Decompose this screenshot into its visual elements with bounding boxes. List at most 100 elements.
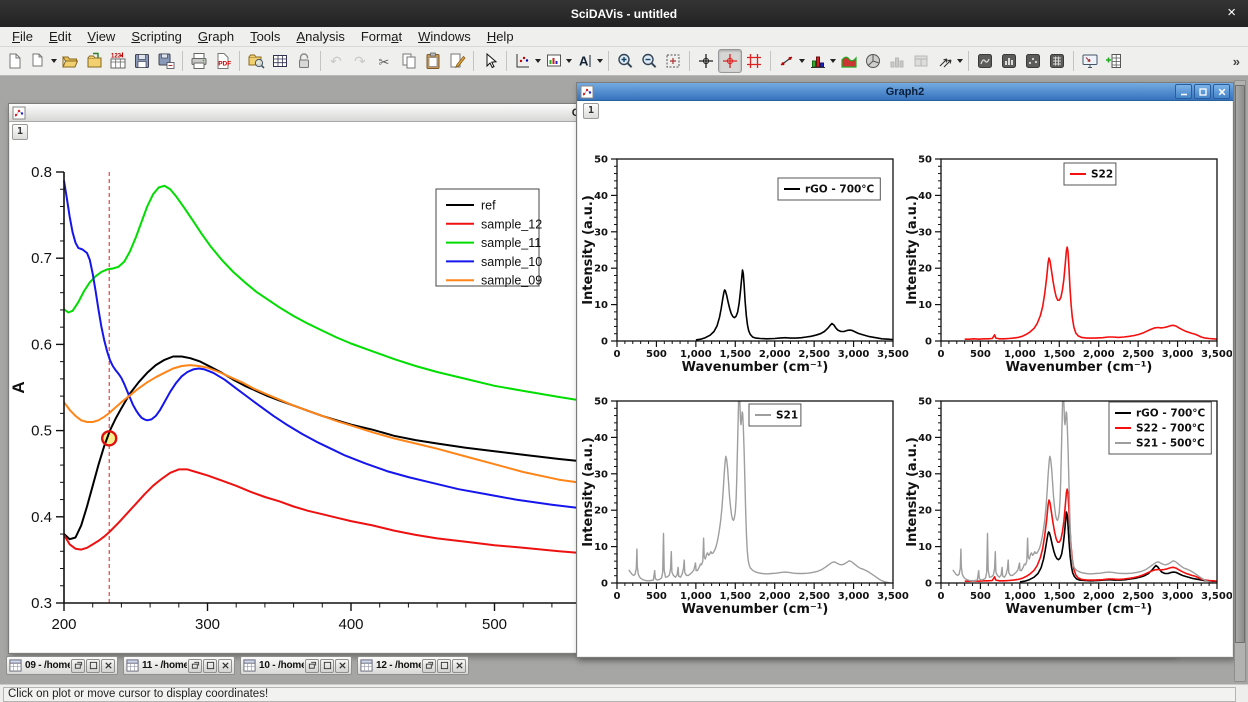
x-tick-label: 1,500 — [1043, 349, 1075, 360]
screen-reader-button[interactable] — [1078, 49, 1102, 73]
x-tick-label: 500 — [970, 349, 991, 360]
minimized-window-09[interactable]: 09 - /home/... — [6, 656, 118, 675]
graph1-layer-button[interactable]: 1 — [12, 124, 28, 140]
select-range-button[interactable] — [742, 49, 766, 73]
tiles-3d-button[interactable] — [1045, 49, 1069, 73]
vector-plot-button[interactable] — [933, 49, 964, 73]
toolbar-overflow-chevron[interactable]: » — [1233, 54, 1240, 69]
add-column-button[interactable] — [1102, 49, 1126, 73]
minimized-maximize-button[interactable] — [86, 659, 100, 673]
raman-subplot-3[interactable]: 05001,0001,5002,0002,5003,0003,500010203… — [581, 390, 909, 617]
new-item-icon — [29, 51, 49, 71]
open-project-button[interactable] — [58, 49, 82, 73]
minimized-maximize-button[interactable] — [203, 659, 217, 673]
zoom-in-button[interactable] — [613, 49, 637, 73]
cut-button[interactable]: ✂ — [373, 49, 397, 73]
raman-legend-3[interactable]: S21 — [749, 404, 801, 426]
open-template-button[interactable] — [82, 49, 106, 73]
minimized-restore-button[interactable] — [422, 659, 436, 673]
rescale-button[interactable] — [661, 49, 685, 73]
pointer-button[interactable] — [478, 49, 502, 73]
draw-data-button[interactable] — [445, 49, 469, 73]
y-tick-label: 50 — [918, 155, 932, 166]
add-curve-button[interactable] — [511, 49, 542, 73]
graph2-titlebar[interactable]: Graph2 — [577, 83, 1233, 101]
save-project-button[interactable] — [130, 49, 154, 73]
minimized-restore-button[interactable] — [305, 659, 319, 673]
curve-rGO700[interactable] — [1020, 512, 1217, 582]
paste-button[interactable] — [421, 49, 445, 73]
add-layer-button[interactable] — [542, 49, 573, 73]
minimized-window-10[interactable]: 10 - /home/... — [240, 656, 352, 675]
bars3d-3d-button[interactable] — [997, 49, 1021, 73]
import-ascii-button[interactable]: 123 — [106, 49, 130, 73]
results-log-button[interactable] — [268, 49, 292, 73]
uvvis-plot-canvas[interactable]: 0.30.40.50.60.70.8200300400500Arefsample… — [10, 122, 630, 650]
print-button[interactable] — [187, 49, 211, 73]
minimized-window-11[interactable]: 11 - /home/... — [123, 656, 235, 675]
raman-subplot-2[interactable]: 05001,0001,5002,0002,5003,0003,500010203… — [905, 155, 1232, 376]
raman-legend-4[interactable]: rGO - 700°CS22 - 700°CS21 - 500°C — [1109, 402, 1211, 454]
minimized-maximize-button[interactable] — [320, 659, 334, 673]
scrollbar-thumb[interactable] — [1235, 85, 1245, 643]
minimized-close-button[interactable] — [101, 659, 115, 673]
y-tick-label: 20 — [594, 264, 608, 275]
raman-plot-canvas[interactable]: 05001,0001,5002,0002,5003,0003,500010203… — [578, 101, 1232, 656]
menu-analysis[interactable]: Analysis — [288, 28, 352, 45]
graph2-close-button[interactable] — [1213, 84, 1230, 99]
line-symbol-button[interactable] — [775, 49, 806, 73]
bars-3d-icon — [887, 51, 907, 71]
curve-S22[interactable] — [965, 247, 1217, 339]
minimized-window-12[interactable]: 12 - /home/... — [357, 656, 469, 675]
graph2-minimize-button[interactable] — [1175, 84, 1192, 99]
menu-format[interactable]: Format — [353, 28, 410, 45]
data-reader-button[interactable] — [718, 49, 742, 73]
raman-subplot-4[interactable]: 05001,0001,5002,0002,5003,0003,500010203… — [905, 390, 1232, 617]
zoom-out-button[interactable] — [637, 49, 661, 73]
bar-plot-button[interactable] — [806, 49, 837, 73]
copy-button[interactable] — [397, 49, 421, 73]
minimized-close-button[interactable] — [452, 659, 466, 673]
minimized-restore-button[interactable] — [188, 659, 202, 673]
menu-edit[interactable]: Edit — [41, 28, 79, 45]
menu-file[interactable]: File — [4, 28, 41, 45]
new-project-button[interactable] — [3, 49, 27, 73]
uvvis-legend[interactable]: refsample_12sample_11sample_10sample_09 — [436, 189, 542, 288]
lock-toolbars-button[interactable] — [292, 49, 316, 73]
copy-icon — [399, 51, 419, 71]
graph2-maximize-button[interactable] — [1194, 84, 1211, 99]
raman-legend-1[interactable]: rGO - 700°C — [778, 178, 880, 200]
legend-entry-label: sample_10 — [481, 255, 542, 269]
menu-help[interactable]: Help — [479, 28, 522, 45]
app-close-icon[interactable]: × — [1227, 5, 1236, 20]
x-tick-label: 3,000 — [838, 349, 870, 360]
menu-scripting[interactable]: Scripting — [123, 28, 190, 45]
minimized-restore-button[interactable] — [71, 659, 85, 673]
raman-subplot-1[interactable]: 05001,0001,5002,0002,5003,0003,500010203… — [581, 155, 909, 376]
surface-3d-button[interactable] — [973, 49, 997, 73]
minimized-close-button[interactable] — [335, 659, 349, 673]
menu-tools[interactable]: Tools — [242, 28, 288, 45]
minimized-close-button[interactable] — [218, 659, 232, 673]
app-titlebar[interactable]: SciDAVis - untitled × — [0, 0, 1248, 27]
scatter-3d-button[interactable] — [1021, 49, 1045, 73]
graph2-layer-button[interactable]: 1 — [583, 103, 599, 119]
menu-graph[interactable]: Graph — [190, 28, 242, 45]
data-cursor-button[interactable] — [694, 49, 718, 73]
area-plot-button[interactable] — [837, 49, 861, 73]
raman-legend-2[interactable]: S22 — [1064, 163, 1116, 185]
export-pdf-button[interactable]: PDF — [211, 49, 235, 73]
curve-rGO700[interactable] — [696, 270, 893, 340]
project-explorer-button[interactable] — [244, 49, 268, 73]
menu-view[interactable]: View — [79, 28, 123, 45]
pie-plot-button[interactable] — [861, 49, 885, 73]
workspace-vertical-scrollbar[interactable] — [1234, 80, 1246, 682]
new-item-button[interactable] — [27, 49, 58, 73]
add-text-button[interactable]: A — [573, 49, 604, 73]
curve-sample_09[interactable] — [64, 365, 602, 486]
save-template-button[interactable] — [154, 49, 178, 73]
curve-sample_12[interactable] — [64, 469, 602, 554]
draw-data-icon — [447, 51, 467, 71]
menu-windows[interactable]: Windows — [410, 28, 479, 45]
minimized-maximize-button[interactable] — [437, 659, 451, 673]
